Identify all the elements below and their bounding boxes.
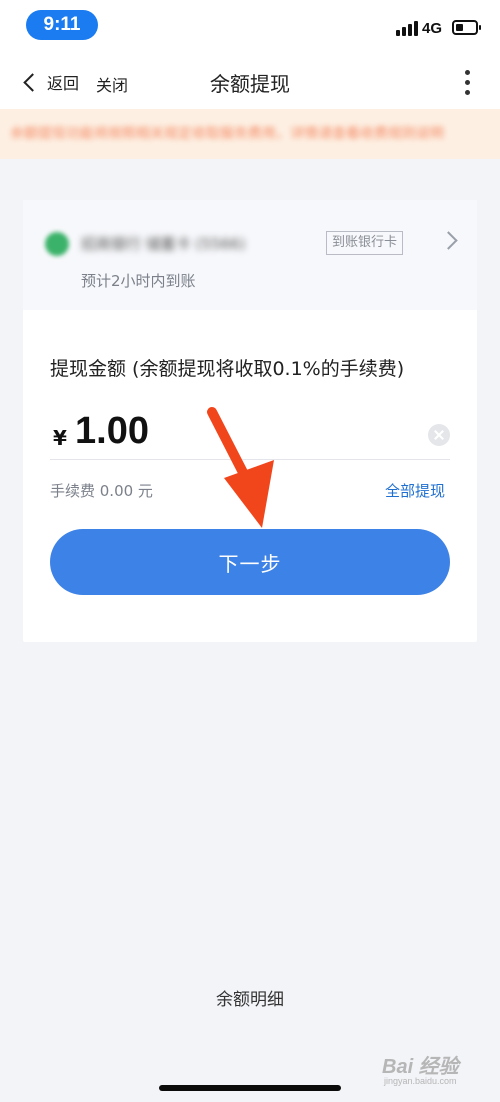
bank-logo-icon [45,232,69,256]
status-bar: 9:11 4G [0,0,500,52]
arrival-card-tag: 到账银行卡 [326,231,404,255]
amount-input[interactable] [75,408,415,454]
watermark-main: Bai 经验 [382,1056,459,1078]
home-indicator[interactable] [159,1085,341,1091]
clear-input-icon[interactable] [428,424,450,446]
withdraw-all-link[interactable]: 全部提现 [385,480,445,501]
notice-banner[interactable]: 余额提现功能将按照相关规定收取服务费用，详情请查看收费规则说明 [0,109,500,159]
status-time: 9:11 [26,10,98,40]
page-title: 余额提现 [210,72,290,96]
currency-symbol: ¥ [53,426,67,450]
signal-strength-icon [396,20,418,36]
arrival-eta: 预计2小时内到账 [81,272,196,290]
baidu-watermark: Bai 经验 jingyan.baidu.com [382,1046,478,1090]
next-step-button[interactable]: 下一步 [50,529,450,595]
fee-text: 手续费 0.00 元 [50,482,153,500]
watermark-sub: jingyan.baidu.com [384,1076,457,1086]
chevron-right-icon [439,231,458,250]
amount-title: 提现金额 (余额提现将收取0.1%的手续费) [50,358,405,380]
balance-details-link[interactable]: 余额明细 [0,985,500,1010]
battery-icon [452,20,481,35]
bank-card-name: 招商银行 储蓄卡 (5566) [81,235,246,253]
bank-card-selector[interactable]: 招商银行 储蓄卡 (5566) 到账银行卡 预计2小时内到账 [23,200,477,310]
divider [50,459,450,460]
withdraw-card: 招商银行 储蓄卡 (5566) 到账银行卡 预计2小时内到账 提现金额 (余额提… [23,200,477,642]
network-type: 4G [422,20,443,37]
nav-bar: 返回 关闭 余额提现 [0,52,500,109]
notice-text: 余额提现功能将按照相关规定收取服务费用，详情请查看收费规则说明 [10,126,444,142]
more-vertical-icon[interactable] [462,70,472,96]
